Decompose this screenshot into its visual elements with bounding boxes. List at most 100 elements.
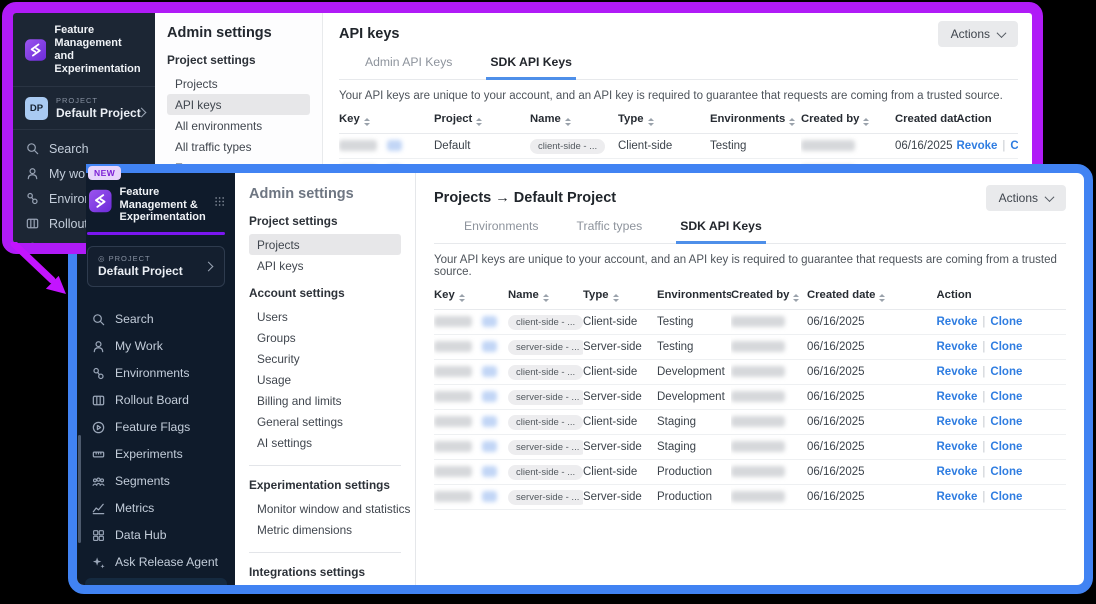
admin-nav-item[interactable]: Billing and limits xyxy=(249,390,401,411)
sidebar-scrollbar[interactable] xyxy=(78,435,81,543)
redacted-created-by xyxy=(801,140,855,151)
sidebar-item-rollout-board[interactable]: Rollout Board xyxy=(77,387,235,414)
column-header[interactable]: Created date xyxy=(807,282,937,309)
type-cell: Client-side xyxy=(583,309,657,334)
sort-icon[interactable] xyxy=(613,294,619,302)
column-header[interactable]: Action xyxy=(937,282,1067,309)
sort-icon[interactable] xyxy=(879,294,885,302)
admin-nav-item[interactable]: AI settings xyxy=(249,432,401,453)
sort-icon[interactable] xyxy=(793,294,799,302)
column-header[interactable]: Type xyxy=(583,282,657,309)
environments-icon xyxy=(91,366,106,381)
sidebar-item-environments[interactable]: Environments xyxy=(77,360,235,387)
admin-nav-item[interactable]: API keys xyxy=(167,94,310,115)
sidebar-item-metrics[interactable]: Metrics xyxy=(77,495,235,522)
sidebar-item-ask-release-agent[interactable]: Ask Release Agent xyxy=(77,549,235,576)
sidebar-item-my-work[interactable]: My Work xyxy=(77,333,235,360)
column-header[interactable]: Project xyxy=(434,106,530,133)
column-header[interactable]: Name xyxy=(508,282,583,309)
sort-icon[interactable] xyxy=(364,118,370,126)
app-grid-icon[interactable] xyxy=(214,194,225,209)
sort-icon[interactable] xyxy=(543,294,549,302)
copy-icon[interactable] xyxy=(482,416,497,427)
tab-admin-api-keys[interactable]: Admin API Keys xyxy=(361,55,456,79)
tab-bar: Environments Traffic types SDK API Keys xyxy=(434,219,1066,244)
clone-link[interactable]: Clone xyxy=(990,416,1022,428)
admin-nav-item[interactable]: Users xyxy=(249,306,401,327)
column-header[interactable]: Created by xyxy=(801,106,895,133)
column-header[interactable]: Action xyxy=(957,106,1019,133)
key-name-pill: client-side - ... xyxy=(508,415,583,430)
project-selector[interactable]: ◎ PROJECT Default Project xyxy=(87,246,225,287)
revoke-link[interactable]: Revoke xyxy=(937,366,978,378)
copy-icon[interactable] xyxy=(482,491,497,502)
column-header[interactable]: Created by xyxy=(731,282,807,309)
copy-icon[interactable] xyxy=(482,441,497,452)
revoke-link[interactable]: Revoke xyxy=(937,441,978,453)
sort-icon[interactable] xyxy=(476,118,482,126)
sort-icon[interactable] xyxy=(459,294,465,302)
project-selector[interactable]: DP PROJECT Default Project xyxy=(13,87,155,130)
redacted-key xyxy=(434,441,472,452)
copy-icon[interactable] xyxy=(482,341,497,352)
column-header[interactable]: Environments xyxy=(657,282,731,309)
column-header[interactable]: Key xyxy=(339,106,434,133)
sidebar-item-segments[interactable]: Segments xyxy=(77,468,235,495)
sidebar-item-search[interactable]: Search xyxy=(77,306,235,333)
copy-icon[interactable] xyxy=(482,466,497,477)
sort-icon[interactable] xyxy=(565,118,571,126)
admin-nav-item[interactable]: Security xyxy=(249,348,401,369)
admin-nav-item[interactable]: API keys xyxy=(249,255,401,276)
sidebar-item-search[interactable]: Search xyxy=(13,136,155,161)
column-header[interactable]: Created date xyxy=(895,106,957,133)
revoke-link[interactable]: Revoke xyxy=(937,341,978,353)
clone-link[interactable]: Clone xyxy=(990,441,1022,453)
tab-traffic-types[interactable]: Traffic types xyxy=(573,219,647,243)
column-header[interactable]: Name xyxy=(530,106,618,133)
sidebar-item-data-hub[interactable]: Data Hub xyxy=(77,522,235,549)
admin-nav-item[interactable]: Projects xyxy=(167,73,310,94)
sidebar-item-experiments[interactable]: Experiments xyxy=(77,441,235,468)
revoke-link[interactable]: Revoke xyxy=(937,391,978,403)
admin-nav-item[interactable]: All traffic types xyxy=(167,136,310,157)
sort-icon[interactable] xyxy=(863,118,869,126)
column-header[interactable]: Environments xyxy=(710,106,801,133)
sidebar-item-feature-flags[interactable]: Feature Flags xyxy=(77,414,235,441)
admin-nav-item[interactable]: Projects xyxy=(249,234,401,255)
clone-link[interactable]: Clone xyxy=(990,391,1022,403)
clone-link[interactable]: Clone xyxy=(990,491,1022,503)
revoke-link[interactable]: Revoke xyxy=(937,316,978,328)
copy-icon[interactable] xyxy=(482,316,497,327)
tab-sdk-api-keys[interactable]: SDK API Keys xyxy=(486,55,576,80)
clone-link[interactable]: Clone xyxy=(990,316,1022,328)
clone-link[interactable]: Clone xyxy=(990,466,1022,478)
actions-button[interactable]: Actions xyxy=(986,185,1066,211)
copy-icon[interactable] xyxy=(482,391,497,402)
front-sidebar-nav: Search My Work Environments Rollout Boar… xyxy=(77,298,235,595)
table-row: server-side - ... Server-side Production… xyxy=(434,484,1066,509)
admin-nav-item[interactable]: Usage xyxy=(249,369,401,390)
revoke-link[interactable]: Revoke xyxy=(937,416,978,428)
column-header[interactable]: Type xyxy=(618,106,710,133)
sort-icon[interactable] xyxy=(648,118,654,126)
sidebar-item-fme-settings[interactable]: FME Settings xyxy=(85,578,227,595)
search-icon xyxy=(25,141,40,156)
copy-icon[interactable] xyxy=(482,366,497,377)
admin-nav-item[interactable]: Metric dimensions xyxy=(249,519,401,540)
column-header[interactable]: Key xyxy=(434,282,508,309)
revoke-link[interactable]: Revoke xyxy=(937,491,978,503)
admin-nav-item[interactable]: Monitor window and statistics xyxy=(249,498,401,519)
admin-nav-item[interactable]: General settings xyxy=(249,411,401,432)
revoke-link[interactable]: Revoke xyxy=(937,466,978,478)
clone-link[interactable]: Clone xyxy=(990,366,1022,378)
clone-link[interactable]: Clone xyxy=(990,341,1022,353)
sort-icon[interactable] xyxy=(789,118,795,126)
copy-icon[interactable] xyxy=(387,140,402,151)
tab-environments[interactable]: Environments xyxy=(460,219,543,243)
admin-nav-item[interactable]: Groups xyxy=(249,327,401,348)
clone-link[interactable]: Clone xyxy=(1010,140,1018,152)
admin-nav-item[interactable]: All environments xyxy=(167,115,310,136)
tab-sdk-api-keys[interactable]: SDK API Keys xyxy=(676,219,766,244)
revoke-link[interactable]: Revoke xyxy=(957,140,998,152)
actions-button[interactable]: Actions xyxy=(938,21,1018,47)
